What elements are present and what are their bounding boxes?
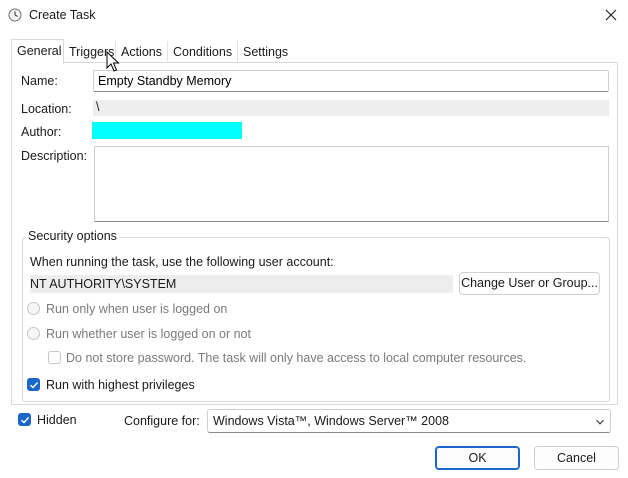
description-label: Description: (21, 149, 87, 163)
cancel-button[interactable]: Cancel (534, 446, 619, 470)
configure-for-label: Configure for: (124, 414, 200, 428)
tab-settings[interactable]: Settings (238, 41, 290, 63)
tab-label: Actions (121, 45, 162, 59)
radio-run-whether-logged-on-label: Run whether user is logged on or not (46, 327, 251, 341)
user-account-value: NT AUTHORITY\SYSTEM (30, 275, 453, 293)
name-input[interactable] (93, 70, 609, 92)
hidden-label: Hidden (37, 413, 77, 427)
configure-for-value: Windows Vista™, Windows Server™ 2008 (213, 414, 449, 428)
mouse-cursor-icon (106, 50, 120, 73)
name-label: Name: (21, 74, 58, 88)
account-prompt: When running the task, use the following… (30, 255, 334, 269)
location-label: Location: (21, 102, 72, 116)
close-icon (605, 9, 617, 24)
radio-run-only-logged-on[interactable] (27, 302, 40, 315)
do-not-store-password-checkbox[interactable] (48, 351, 61, 364)
location-value: \ (93, 100, 609, 116)
author-label: Author: (21, 125, 62, 139)
tab-conditions[interactable]: Conditions (168, 41, 238, 63)
ok-button[interactable]: OK (435, 446, 520, 470)
tab-actions[interactable]: Actions (116, 41, 168, 63)
chevron-down-icon (595, 416, 605, 426)
radio-run-only-logged-on-label: Run only when user is logged on (46, 302, 228, 316)
run-highest-privileges-label: Run with highest privileges (46, 378, 195, 392)
close-button[interactable] (596, 4, 626, 28)
hidden-checkbox[interactable] (18, 413, 31, 426)
tab-label: Conditions (173, 45, 233, 59)
security-options-legend: Security options (26, 229, 119, 243)
tab-label: Settings (243, 45, 289, 59)
checkmark-icon (20, 416, 29, 423)
change-user-or-group-button[interactable]: Change User or Group... (459, 272, 600, 295)
do-not-store-password-label: Do not store password. The task will onl… (66, 351, 527, 365)
checkmark-icon (29, 381, 38, 388)
clock-icon (8, 8, 22, 22)
window-title: Create Task (29, 8, 96, 22)
tab-label: General (17, 44, 62, 58)
author-value-redacted (92, 122, 242, 139)
configure-for-select[interactable]: Windows Vista™, Windows Server™ 2008 (207, 409, 611, 433)
run-highest-privileges-checkbox[interactable] (27, 378, 40, 391)
radio-run-whether-logged-on[interactable] (27, 327, 40, 340)
description-textarea[interactable] (94, 146, 609, 222)
tab-general[interactable]: General (11, 39, 64, 64)
